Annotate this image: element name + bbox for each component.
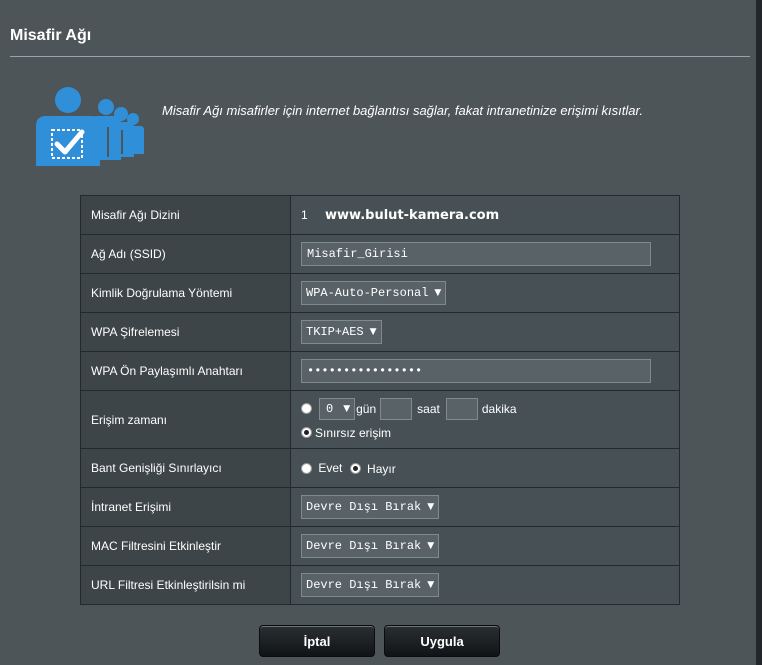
row-url-filter: URL Filtresi Etkinleştirilsin mi Devre D… bbox=[80, 565, 680, 605]
day-label: gün bbox=[356, 401, 377, 416]
bandwidth-yes-label: Evet bbox=[318, 461, 343, 476]
label-url-filter: URL Filtresi Etkinleştirilsin mi bbox=[80, 565, 291, 605]
chevron-down-icon: ▼ bbox=[434, 288, 442, 298]
row-bandwidth-limiter: Bant Genişliği Sınırlayıcı Evet Hayır bbox=[80, 448, 680, 488]
chevron-down-icon: ▼ bbox=[427, 580, 435, 590]
intranet-access-value: Devre Dışı Bırak bbox=[306, 500, 422, 514]
label-bandwidth-limiter: Bant Genişliği Sınırlayıcı bbox=[80, 448, 291, 488]
row-intranet-access: İntranet Erişimi Devre Dışı Bırak ▼ bbox=[80, 487, 680, 527]
row-wpa-encryption: WPA Şifrelemesi TKIP+AES ▼ bbox=[80, 312, 680, 352]
guest-index-number: 1 bbox=[301, 207, 308, 222]
row-wpa-psk: WPA Ön Paylaşımlı Anahtarı •••••••••••••… bbox=[80, 351, 680, 391]
ssid-input[interactable]: Misafir_Girisi bbox=[301, 242, 651, 266]
unlimited-access-label: Sınırsız erişim bbox=[315, 425, 392, 440]
bandwidth-yes-radio[interactable] bbox=[301, 462, 312, 474]
cancel-button[interactable]: İptal bbox=[259, 625, 375, 657]
row-ssid: Ağ Adı (SSID) Misafir_Girisi bbox=[80, 234, 680, 274]
chevron-down-icon: ▼ bbox=[427, 541, 435, 551]
apply-button[interactable]: Uygula bbox=[384, 625, 500, 657]
url-filter-select[interactable]: Devre Dışı Bırak ▼ bbox=[301, 573, 440, 597]
label-guest-index: Misafir Ağı Dizini bbox=[80, 195, 291, 235]
minute-label: dakika bbox=[481, 401, 517, 416]
hour-label: saat bbox=[417, 401, 440, 416]
row-auth-method: Kimlik Doğrulama Yöntemi WPA-Auto-Person… bbox=[80, 273, 680, 313]
wpa-psk-input[interactable]: •••••••••••••••• bbox=[301, 359, 651, 383]
guest-network-settings-table: Misafir Ağı Dizini 1 www.bulut-kamera.co… bbox=[80, 195, 680, 605]
chevron-down-icon: ▼ bbox=[343, 403, 351, 414]
mac-filter-value: Devre Dışı Bırak bbox=[306, 539, 422, 553]
intranet-access-select[interactable]: Devre Dışı Bırak ▼ bbox=[301, 495, 440, 519]
label-wpa-encryption: WPA Şifrelemesi bbox=[80, 312, 291, 352]
row-mac-filter: MAC Filtresini Etkinleştir Devre Dışı Bı… bbox=[80, 526, 680, 566]
chevron-down-icon: ▼ bbox=[369, 327, 377, 337]
label-intranet-access: İntranet Erişimi bbox=[80, 487, 291, 527]
row-access-time: Erişim zamanı 0 ▼ gün saat dakika Sınırs… bbox=[80, 390, 680, 449]
page-title: Misafir Ağı bbox=[10, 27, 92, 44]
access-day-value: 0 bbox=[326, 401, 334, 416]
row-guest-index: Misafir Ağı Dizini 1 www.bulut-kamera.co… bbox=[80, 195, 680, 235]
access-minute-input[interactable] bbox=[445, 397, 478, 420]
guest-network-icon bbox=[36, 87, 144, 166]
bandwidth-no-radio[interactable] bbox=[349, 462, 361, 474]
label-mac-filter: MAC Filtresini Etkinleştir bbox=[80, 526, 291, 566]
unlimited-access-radio[interactable] bbox=[301, 427, 312, 438]
auth-method-select[interactable]: WPA-Auto-Personal ▼ bbox=[301, 281, 447, 305]
page-description: Misafir Ağı misafirler için internet bağ… bbox=[162, 103, 643, 118]
guest-index-site: www.bulut-kamera.com bbox=[325, 207, 500, 223]
label-access-time: Erişim zamanı bbox=[80, 390, 291, 449]
wpa-encryption-select[interactable]: TKIP+AES ▼ bbox=[301, 320, 382, 344]
label-auth-method: Kimlik Doğrulama Yöntemi bbox=[80, 273, 291, 313]
access-hour-input[interactable] bbox=[380, 397, 413, 420]
bandwidth-no-label: Hayır bbox=[367, 461, 396, 476]
limited-access-radio[interactable] bbox=[301, 403, 312, 414]
auth-method-value: WPA-Auto-Personal bbox=[306, 286, 429, 300]
label-wpa-psk: WPA Ön Paylaşımlı Anahtarı bbox=[80, 351, 291, 391]
title-divider bbox=[10, 56, 750, 57]
access-day-select[interactable]: 0 ▼ bbox=[319, 397, 356, 420]
label-ssid: Ağ Adı (SSID) bbox=[80, 234, 291, 274]
chevron-down-icon: ▼ bbox=[427, 502, 435, 512]
wpa-encryption-value: TKIP+AES bbox=[306, 325, 364, 339]
mac-filter-select[interactable]: Devre Dışı Bırak ▼ bbox=[301, 534, 440, 558]
url-filter-value: Devre Dışı Bırak bbox=[306, 578, 422, 592]
window-edge bbox=[756, 0, 762, 665]
